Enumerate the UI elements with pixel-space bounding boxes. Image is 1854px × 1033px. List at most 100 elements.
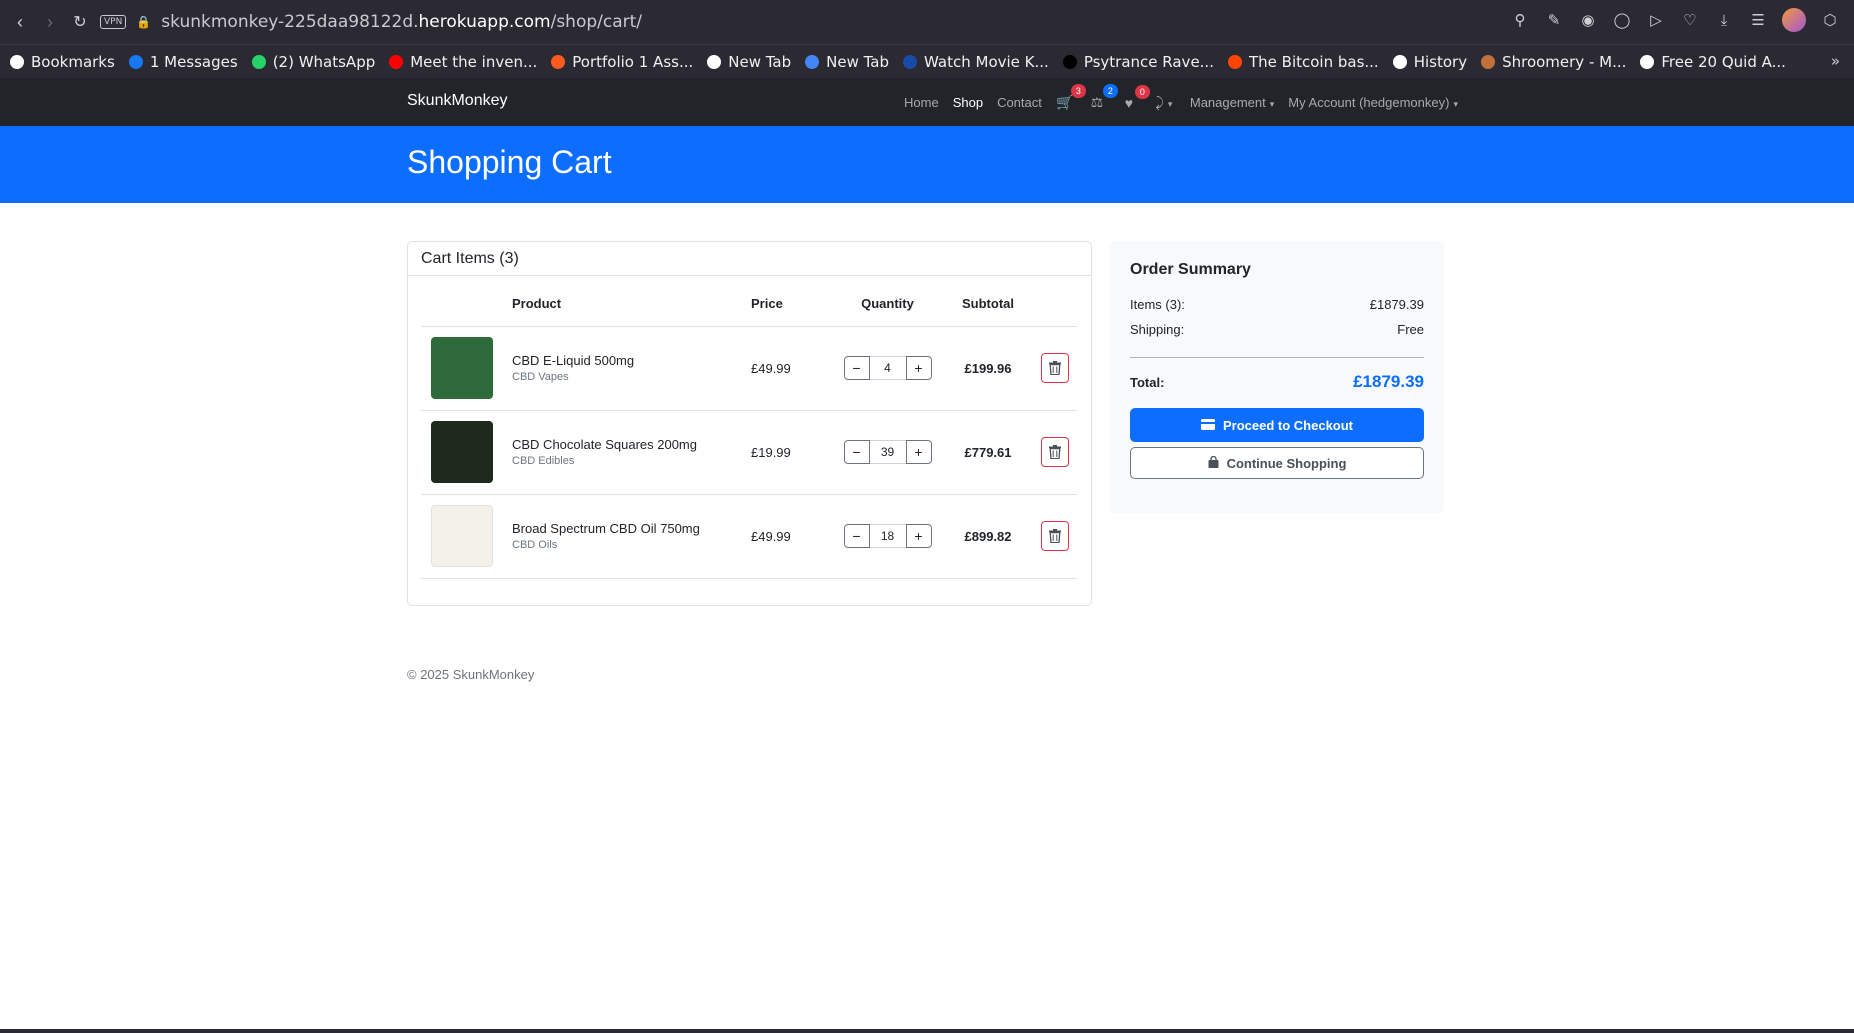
vpn-badge[interactable]: VPN <box>100 15 127 29</box>
cell-quantity: − 39 + <box>827 410 948 495</box>
product-category: CBD Vapes <box>512 371 569 383</box>
quantity-input[interactable]: 4 <box>869 356 906 380</box>
profile-avatar[interactable] <box>1782 8 1806 32</box>
bookmark-item[interactable]: Psytrance Rave... <box>1062 52 1214 71</box>
nav-home[interactable]: Home <box>904 95 939 110</box>
continue-shopping-button[interactable]: Continue Shopping <box>1130 447 1424 479</box>
browser-actions: ⚲ ✎ ◉ ◯ ▷ ♡ ⤓ ☰ ⬡ <box>1510 8 1840 32</box>
extensions-icon[interactable]: ⬡ <box>1820 10 1840 30</box>
bookmark-label: Watch Movie K... <box>924 52 1049 71</box>
remove-item-button[interactable] <box>1041 521 1069 551</box>
bookmark-item[interactable]: History <box>1392 52 1468 71</box>
quantity-input[interactable]: 39 <box>869 440 906 464</box>
increase-quantity-button[interactable]: + <box>905 524 932 548</box>
nav-links: Home Shop Contact 🛒 3 ⚖ 2 ♥ 0 ⤸ ▾ Management… <box>904 84 1458 111</box>
reload-icon[interactable]: ↻ <box>62 4 98 40</box>
product-image[interactable] <box>431 421 493 483</box>
nav-account-label: My Account (hedgemonkey) <box>1288 95 1450 110</box>
product-name[interactable]: Broad Spectrum CBD Oil 750mg <box>512 521 751 536</box>
download-icon[interactable]: ⤓ <box>1714 10 1734 30</box>
nav-management-dropdown[interactable]: Management ▾ <box>1190 95 1274 110</box>
bookmark-item[interactable]: Meet the inven... <box>389 53 537 71</box>
lock-icon: 🔒 <box>136 15 152 29</box>
url-host: herokuapp.com <box>418 12 551 32</box>
product-image[interactable] <box>431 505 493 567</box>
credit-card-icon <box>1200 418 1215 433</box>
bookmark-label: Free 20 Quid A... <box>1661 52 1786 71</box>
decrease-quantity-button[interactable]: − <box>843 524 870 548</box>
product-name[interactable]: CBD Chocolate Squares 200mg <box>512 437 751 452</box>
bookmark-label: Psytrance Rave... <box>1083 52 1214 71</box>
url-prefix: skunkmonkey-225daa98122d. <box>161 12 419 32</box>
nav-contact[interactable]: Contact <box>997 95 1042 110</box>
nav-shop[interactable]: Shop <box>953 95 983 110</box>
google-icon <box>805 54 820 69</box>
circle-icon <box>551 54 566 69</box>
menu-icon[interactable]: ☰ <box>1748 10 1768 30</box>
chevron-down-icon: ▾ <box>1453 99 1458 109</box>
quantity-stepper: − 39 + <box>827 440 948 464</box>
remove-item-button[interactable] <box>1041 437 1069 467</box>
quantity-input[interactable]: 18 <box>869 524 906 548</box>
zoom-icon[interactable]: ⚲ <box>1510 10 1530 30</box>
page-icon <box>1640 54 1655 69</box>
product-name[interactable]: CBD E-Liquid 500mg <box>512 353 751 368</box>
bookmark-item[interactable]: New Tab <box>707 53 791 71</box>
share-icon[interactable]: ⤸ ▾ <box>1152 94 1176 111</box>
play-icon[interactable]: ▷ <box>1646 10 1666 30</box>
summary-shipping-row: Shipping: Free <box>1130 322 1424 347</box>
bookmark-label: Portfolio 1 Ass... <box>572 52 694 71</box>
bookmark-label: History <box>1413 52 1468 71</box>
product-image[interactable] <box>431 337 493 399</box>
brand-logo[interactable]: SkunkMonkey <box>407 92 508 110</box>
checkout-button[interactable]: Proceed to Checkout <box>1130 408 1424 442</box>
bookmark-label: (2) WhatsApp <box>272 52 376 71</box>
table-header-row: Product Price Quantity Subtotal <box>421 282 1077 327</box>
shield-icon[interactable]: ◯ <box>1612 10 1632 30</box>
bookmark-label: Shroomery - M... <box>1502 52 1627 71</box>
bookmark-label: Meet the inven... <box>410 52 538 71</box>
heart-icon <box>10 54 24 69</box>
nav-account-dropdown[interactable]: My Account (hedgemonkey) ▾ <box>1288 95 1458 110</box>
bookmark-item[interactable]: The Bitcoin bas... <box>1227 53 1379 71</box>
trash-icon <box>1049 529 1061 543</box>
bookmark-label: New Tab <box>728 52 792 71</box>
cell-product: CBD Chocolate Squares 200mg CBD Edibles <box>512 410 751 495</box>
product-category: CBD Edibles <box>512 455 575 467</box>
cell-quantity: − 18 + <box>827 494 948 579</box>
cell-actions <box>1028 410 1077 495</box>
bookmark-item[interactable]: 1 Messages <box>128 53 238 71</box>
trash-icon <box>1049 445 1061 459</box>
cart-count-badge: 3 <box>1070 84 1086 98</box>
col-quantity: Quantity <box>827 282 948 327</box>
address-bar[interactable]: VPN 🔒 skunkmonkey-225daa98122d.herokuapp… <box>100 6 1500 38</box>
bookmark-item[interactable]: Shroomery - M... <box>1481 53 1626 71</box>
col-image <box>421 282 512 327</box>
cart-table: Product Price Quantity Subtotal CBD E-Li… <box>421 282 1077 579</box>
bookmark-item[interactable]: Portfolio 1 Ass... <box>551 53 693 71</box>
bookmark-item[interactable]: New Tab <box>805 53 889 71</box>
bookmark-item[interactable]: Watch Movie K... <box>903 53 1049 71</box>
remove-item-button[interactable] <box>1041 353 1069 383</box>
page-icon <box>707 54 722 69</box>
decrease-quantity-button[interactable]: − <box>843 356 870 380</box>
edit-icon[interactable]: ✎ <box>1544 10 1564 30</box>
bookmark-item[interactable]: (2) WhatsApp <box>251 52 376 71</box>
footer-copyright: © 2025 SkunkMonkey <box>407 667 535 682</box>
cell-quantity: − 4 + <box>827 326 948 411</box>
increase-quantity-button[interactable]: + <box>905 440 932 464</box>
cart-items-header: Cart Items (3) <box>408 242 1091 276</box>
cart-icon[interactable]: 🛒 3 <box>1056 84 1086 111</box>
url-path: /shop/cart/ <box>550 12 643 32</box>
increase-quantity-button[interactable]: + <box>905 356 932 380</box>
wishlist-icon[interactable]: ♥ 0 <box>1120 84 1150 111</box>
bookmark-item[interactable]: Free 20 Quid A... <box>1640 53 1786 71</box>
product-subtotal: £899.82 <box>948 494 1028 579</box>
bookmarks-overflow-icon[interactable]: » <box>1831 52 1840 70</box>
heart-outline-icon[interactable]: ♡ <box>1680 10 1700 30</box>
decrease-quantity-button[interactable]: − <box>843 440 870 464</box>
compare-icon[interactable]: ⚖ 2 <box>1088 84 1118 111</box>
camera-icon[interactable]: ◉ <box>1578 10 1598 30</box>
compare-count-badge: 2 <box>1102 84 1118 98</box>
bookmark-item[interactable]: Bookmarks <box>10 53 115 71</box>
